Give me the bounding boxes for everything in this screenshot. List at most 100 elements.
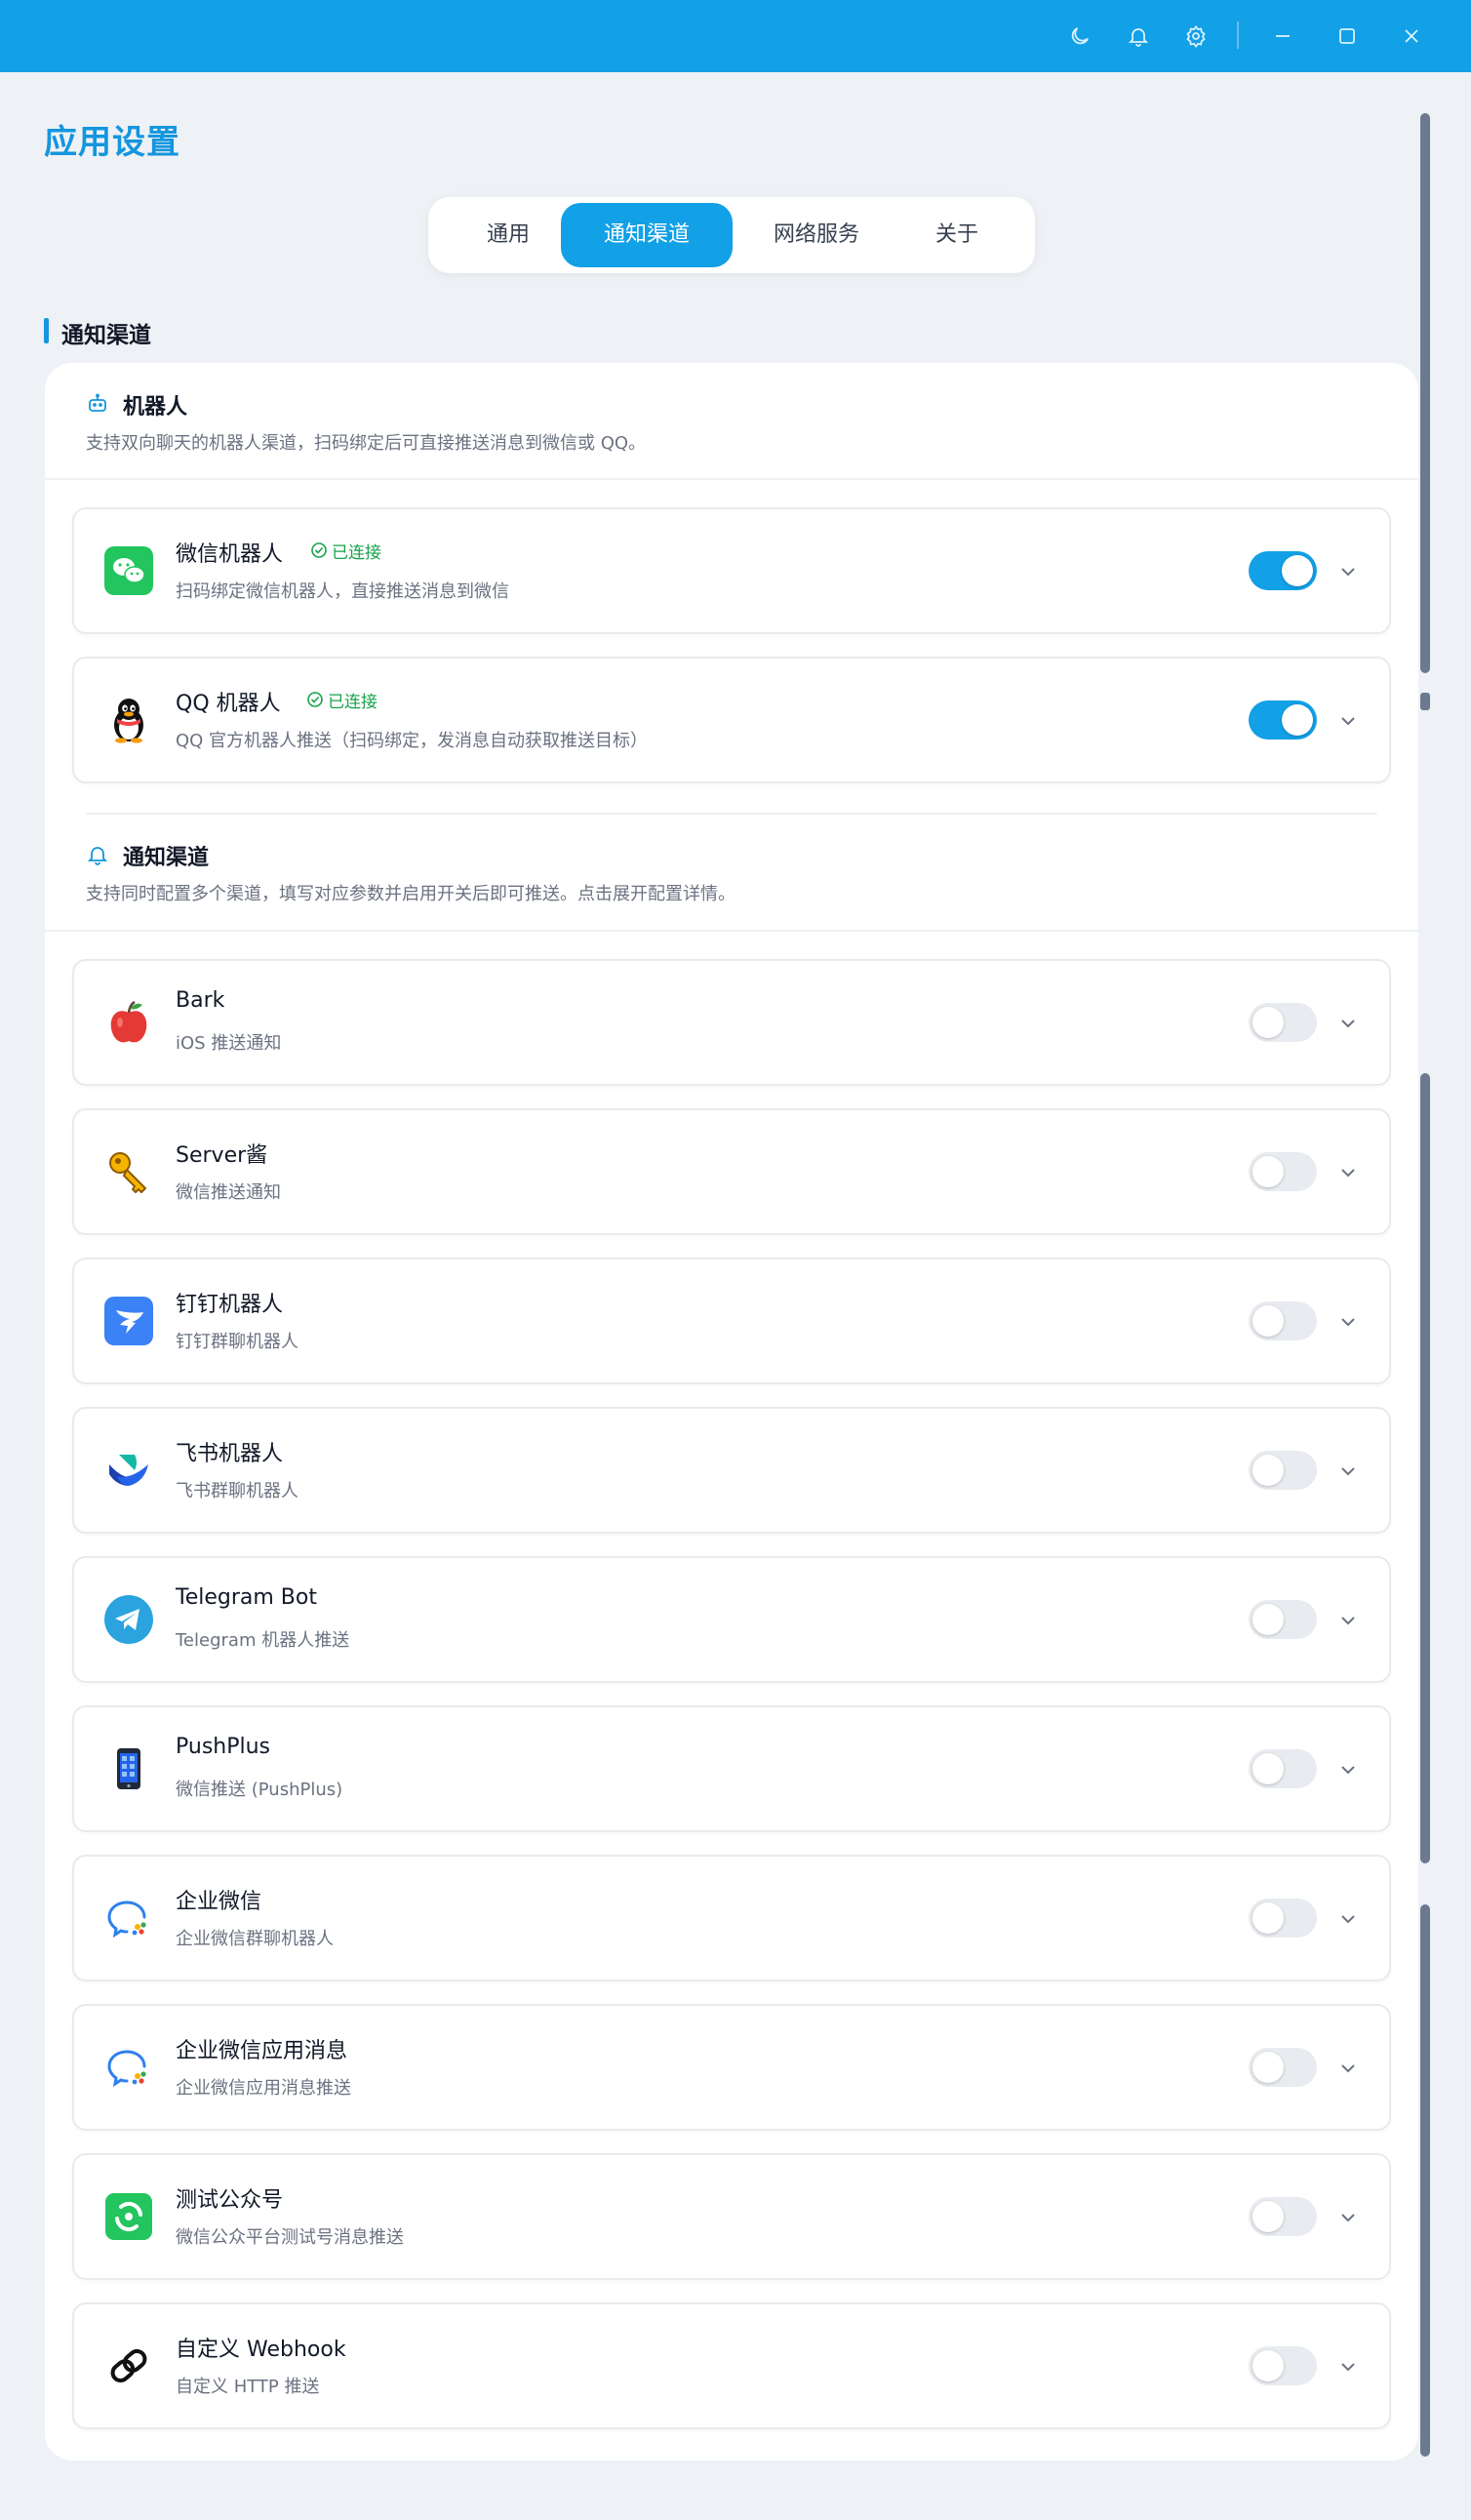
scrollbar-thumb[interactable] [1420, 1073, 1430, 1863]
channel-name: Bark [176, 988, 225, 1013]
minimize-icon[interactable] [1264, 18, 1301, 55]
toggle-knob [1252, 1902, 1284, 1934]
tab-general[interactable]: 通用 [448, 203, 569, 267]
enable-toggle[interactable] [1249, 1152, 1317, 1191]
channel-name: 微信机器人 [176, 542, 284, 567]
feishu-icon [103, 1445, 154, 1496]
status-badge: 已连接 [332, 543, 381, 563]
channel-item-serverchan[interactable]: Server酱 微信推送通知 [72, 1108, 1391, 1235]
wecom-icon [103, 1893, 154, 1943]
channel-item-qq-robot[interactable]: QQ 机器人 已连接 QQ 官方机器人推送（扫码绑定，发消息自动获取推送目标） [72, 657, 1391, 783]
enable-toggle[interactable] [1249, 1301, 1317, 1340]
divider [86, 813, 1377, 815]
robots-group-title: 机器人 [123, 395, 188, 420]
channel-name: QQ 机器人 [176, 692, 281, 716]
enable-toggle[interactable] [1249, 2048, 1317, 2087]
close-icon[interactable] [1393, 18, 1430, 55]
enable-toggle[interactable] [1249, 1600, 1317, 1639]
toggle-knob [1252, 2052, 1284, 2083]
channel-desc: 企业微信群聊机器人 [176, 1929, 334, 1949]
channel-item-wechat-robot[interactable]: 微信机器人 已连接 扫码绑定微信机器人，直接推送消息到微信 [72, 507, 1391, 634]
toggle-knob [1252, 1753, 1284, 1784]
toggle-knob [1252, 1305, 1284, 1337]
channel-item-wecom[interactable]: 企业微信 企业微信群聊机器人 [72, 1855, 1391, 1981]
chevron-down-icon[interactable] [1336, 709, 1360, 733]
mobile-phone-icon [103, 1743, 154, 1794]
channel-item-pushplus[interactable]: PushPlus 微信推送 (PushPlus) [72, 1705, 1391, 1832]
chevron-down-icon[interactable] [1336, 2206, 1360, 2229]
toggle-knob [1252, 1007, 1284, 1038]
enable-toggle[interactable] [1249, 1749, 1317, 1788]
key-icon [103, 1146, 154, 1197]
enable-toggle[interactable] [1249, 551, 1317, 590]
wecom-icon [103, 2042, 154, 2093]
enable-toggle[interactable] [1249, 1899, 1317, 1938]
channel-desc: 扫码绑定微信机器人，直接推送消息到微信 [176, 581, 509, 602]
bell-icon[interactable] [1120, 18, 1157, 55]
channel-item-custom-webhook[interactable]: 自定义 Webhook 自定义 HTTP 推送 [72, 2302, 1391, 2429]
channel-desc: Telegram 机器人推送 [176, 1630, 350, 1651]
chevron-down-icon[interactable] [1336, 1609, 1360, 1632]
enable-toggle[interactable] [1249, 1003, 1317, 1042]
robot-icon [89, 393, 106, 412]
divider [45, 478, 1418, 480]
channel-name: Server酱 [176, 1143, 268, 1168]
toggle-knob [1252, 1156, 1284, 1187]
check-circle-icon [311, 542, 327, 558]
tab-network-services[interactable]: 网络服务 [744, 203, 889, 267]
channel-item-wechat-test-account[interactable]: 测试公众号 微信公众平台测试号消息推送 [72, 2153, 1391, 2280]
robots-group-desc: 支持双向聊天的机器人渠道，扫码绑定后可直接推送消息到微信或 QQ。 [86, 433, 647, 454]
maximize-icon[interactable] [1329, 18, 1366, 55]
tab-about[interactable]: 关于 [898, 203, 1015, 267]
section-title: 通知渠道 [61, 323, 151, 348]
telegram-icon [103, 1594, 154, 1645]
channels-group-title: 通知渠道 [123, 846, 210, 870]
channel-desc: 自定义 HTTP 推送 [176, 2377, 320, 2397]
enable-toggle[interactable] [1249, 2197, 1317, 2236]
toggle-knob [1252, 2350, 1284, 2381]
channel-desc: 微信推送通知 [176, 1182, 281, 1203]
chevron-down-icon[interactable] [1336, 1460, 1360, 1483]
channel-item-dingtalk[interactable]: 钉钉机器人 钉钉群聊机器人 [72, 1258, 1391, 1384]
toggle-knob [1252, 1455, 1284, 1486]
wechat-icon [103, 545, 154, 596]
chevron-down-icon[interactable] [1336, 1161, 1360, 1184]
scrollbar-thumb[interactable] [1420, 113, 1430, 673]
chevron-down-icon[interactable] [1336, 560, 1360, 583]
toggle-knob [1282, 704, 1313, 736]
wechat-official-account-icon [103, 2191, 154, 2242]
chevron-down-icon[interactable] [1336, 1012, 1360, 1035]
channel-desc: QQ 官方机器人推送（扫码绑定，发消息自动获取推送目标） [176, 731, 649, 751]
chevron-down-icon[interactable] [1336, 1310, 1360, 1334]
gear-icon[interactable] [1177, 18, 1214, 55]
channel-desc: 微信推送 (PushPlus) [176, 1780, 343, 1800]
enable-toggle[interactable] [1249, 700, 1317, 740]
chevron-down-icon[interactable] [1336, 1758, 1360, 1781]
channel-name: PushPlus [176, 1735, 271, 1759]
scrollbar-thumb[interactable] [1420, 693, 1430, 710]
channel-name: 测试公众号 [176, 2188, 284, 2213]
scrollbar-thumb[interactable] [1420, 1904, 1430, 2457]
settings-tabs: 通用 通知渠道 网络服务 关于 [428, 197, 1035, 273]
channel-item-feishu[interactable]: 飞书机器人 飞书群聊机器人 [72, 1407, 1391, 1534]
moon-icon[interactable] [1061, 18, 1098, 55]
channel-name: 自定义 Webhook [176, 2338, 346, 2362]
chevron-down-icon[interactable] [1336, 2057, 1360, 2080]
chevron-down-icon[interactable] [1336, 2355, 1360, 2379]
qq-penguin-icon [103, 695, 154, 745]
channel-desc: 钉钉群聊机器人 [176, 1332, 298, 1352]
channel-item-bark[interactable]: Bark iOS 推送通知 [72, 959, 1391, 1086]
channel-item-wecom-app[interactable]: 企业微信应用消息 企业微信应用消息推送 [72, 2004, 1391, 2131]
enable-toggle[interactable] [1249, 1451, 1317, 1490]
chevron-down-icon[interactable] [1336, 1907, 1360, 1931]
section-accent-bar [44, 318, 49, 343]
status-badge: 已连接 [328, 693, 378, 712]
enable-toggle[interactable] [1249, 2346, 1317, 2385]
channel-item-telegram[interactable]: Telegram Bot Telegram 机器人推送 [72, 1556, 1391, 1683]
divider [45, 930, 1418, 932]
channel-name: 企业微信应用消息 [176, 2039, 348, 2063]
channels-group-desc: 支持同时配置多个渠道，填写对应参数并启用开关后即可推送。点击展开配置详情。 [86, 884, 736, 904]
tab-notification-channels[interactable]: 通知渠道 [561, 203, 733, 267]
page-title: 应用设置 [44, 123, 180, 162]
channel-name: 飞书机器人 [176, 1442, 284, 1466]
